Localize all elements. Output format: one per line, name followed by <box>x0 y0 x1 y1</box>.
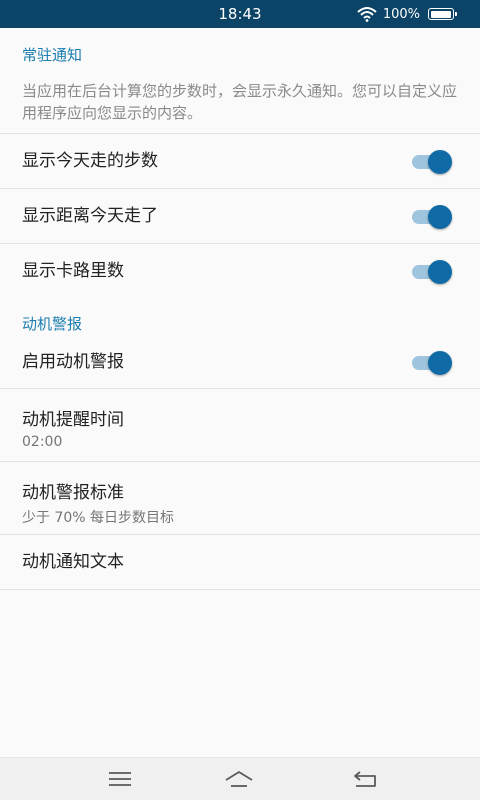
toggle-show-calories[interactable] <box>412 260 454 284</box>
setting-enable-motivation-alerts[interactable]: 启用动机警报 <box>0 335 480 389</box>
toggle-knob <box>428 205 452 229</box>
menu-icon[interactable] <box>105 766 135 792</box>
toggle-show-steps-today[interactable] <box>412 150 454 174</box>
toggle-knob <box>428 351 452 375</box>
setting-show-steps-today[interactable]: 显示今天走的步数 <box>0 134 480 189</box>
setting-show-calories[interactable]: 显示卡路里数 <box>0 244 480 299</box>
setting-label: 动机提醒时间 <box>22 410 124 430</box>
toggle-knob <box>428 150 452 174</box>
back-icon[interactable] <box>350 766 380 792</box>
setting-motivation-notification-text[interactable]: 动机通知文本 <box>0 535 480 590</box>
wifi-icon <box>357 7 377 22</box>
setting-value: 少于 70% 每日步数目标 <box>22 510 175 526</box>
toggle-knob <box>428 260 452 284</box>
persistent-notification-description: 当应用在后台计算您的步数时，会显示永久通知。您可以自定义应用程序应向您显示的内容… <box>22 82 458 122</box>
toggle-show-distance-today[interactable] <box>412 205 454 229</box>
battery-fill <box>430 10 451 18</box>
setting-value: 02:00 <box>22 434 63 450</box>
section-header-persistent-notification: 常驻通知 <box>22 46 83 64</box>
setting-label: 动机警报标准 <box>22 483 124 503</box>
toggle-enable-motivation-alerts[interactable] <box>412 351 454 375</box>
navigation-bar <box>0 757 480 800</box>
setting-motivation-reminder-time[interactable]: 动机提醒时间 02:00 <box>0 389 480 462</box>
battery-icon <box>428 8 457 20</box>
persistent-notification-description-block: 当应用在后台计算您的步数时，会显示永久通知。您可以自定义应用程序应向您显示的内容… <box>0 80 480 134</box>
section-header-motivation-alerts: 动机警报 <box>22 315 83 333</box>
settings-list: 常驻通知 当应用在后台计算您的步数时，会显示永久通知。您可以自定义应用程序应向您… <box>0 28 480 590</box>
setting-show-distance-today[interactable]: 显示距离今天走了 <box>0 189 480 244</box>
setting-motivation-alert-criteria[interactable]: 动机警报标准 少于 70% 每日步数目标 <box>0 462 480 535</box>
home-icon[interactable] <box>224 766 254 792</box>
setting-label: 动机通知文本 <box>22 552 124 572</box>
status-indicators: 100% <box>357 0 457 28</box>
battery-percentage: 100% <box>382 6 420 22</box>
status-bar: 18:43 100% <box>0 0 480 28</box>
